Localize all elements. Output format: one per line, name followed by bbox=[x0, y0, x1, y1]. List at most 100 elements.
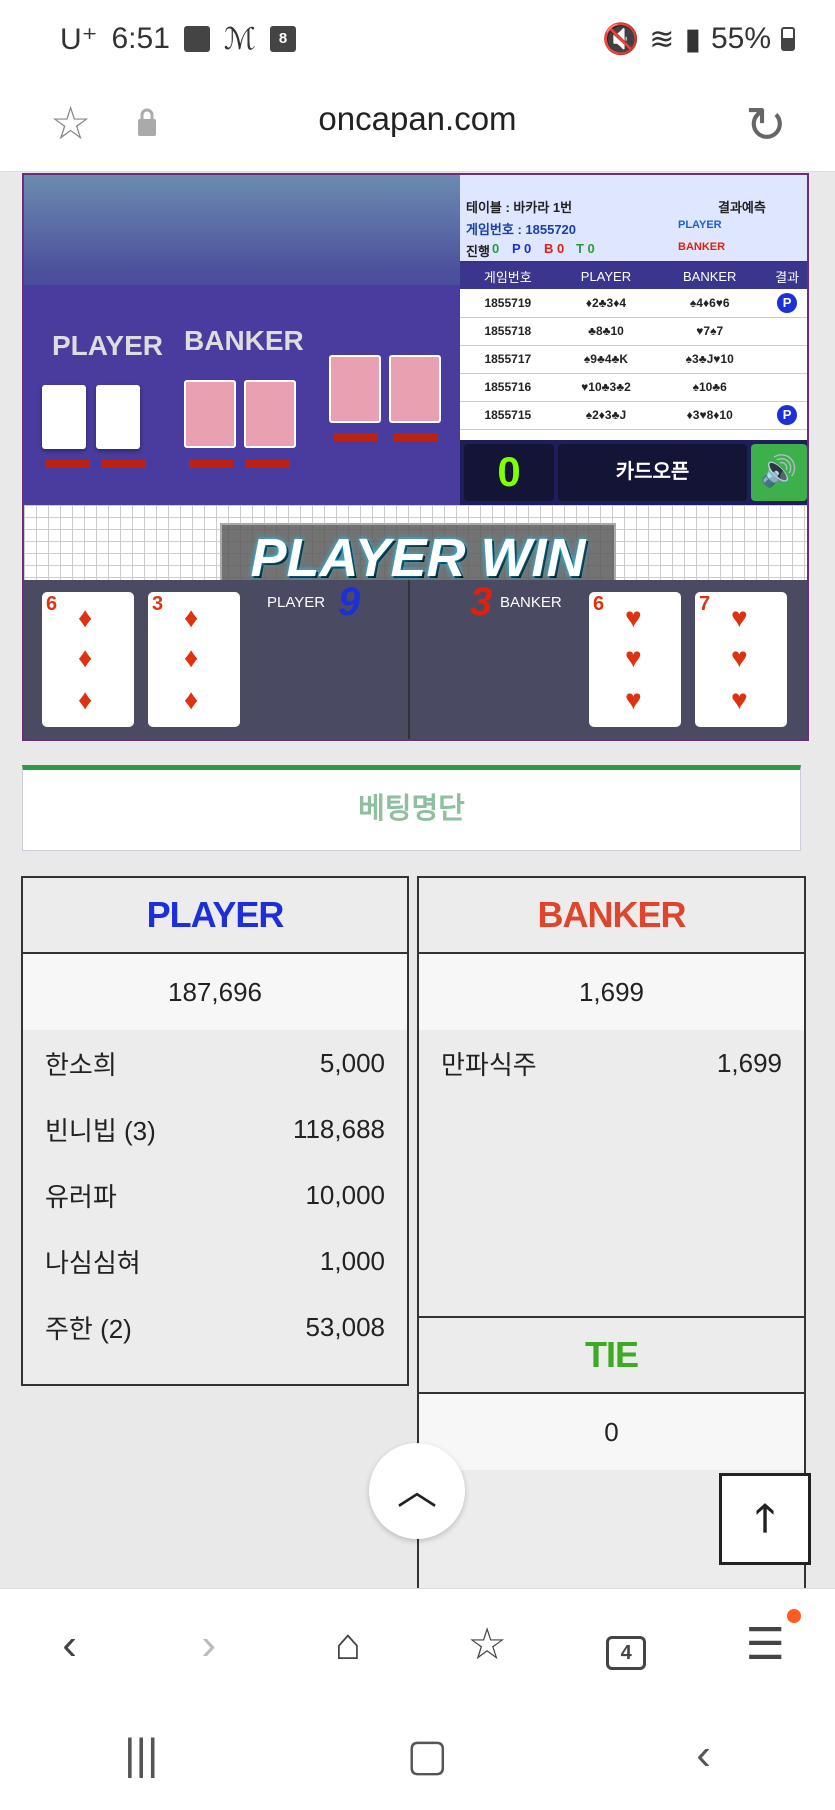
status-bar: U⁺ 6:51 ℳ 8 🔇 ≋ ▮ 55% bbox=[0, 0, 835, 78]
list-item: 나심심혀 1,000 bbox=[23, 1228, 407, 1294]
banker-card-2: 7 ♥ ♥ ♥ bbox=[695, 592, 787, 727]
card-slot bbox=[189, 460, 233, 468]
bet-amount: 1,000 bbox=[319, 1245, 385, 1276]
up-arrow-button[interactable]: 🡑 bbox=[719, 1473, 811, 1565]
progress-count: 0 bbox=[492, 241, 500, 256]
counter-display: 0 bbox=[464, 444, 554, 501]
info-header: 테이블 : 바카라 1번 결과예측 게임번호 : 1855720 PLAYER … bbox=[460, 175, 807, 263]
bettor-name: 한소희 bbox=[45, 1049, 117, 1080]
game-number: 게임번호 : 1855720 bbox=[466, 222, 577, 237]
betting-list-bar[interactable]: 베팅명단 bbox=[22, 765, 801, 851]
bet-amount: 118,688 bbox=[292, 1113, 385, 1144]
table-row: 1855718 ♣8♣10 ♥7♠7 bbox=[460, 317, 807, 346]
table-row: 1855717 ♠9♣4♣K ♠3♣J♥10 bbox=[460, 345, 807, 374]
predict-player: PLAYER bbox=[678, 219, 722, 231]
bettor-name: 유러파 bbox=[45, 1181, 117, 1212]
bookmarks-icon[interactable]: ☆ bbox=[447, 1619, 527, 1670]
row-banker: ♠4♦6♥6 bbox=[656, 289, 764, 318]
row-player: ♥10♣3♣2 bbox=[555, 373, 657, 402]
card-slot bbox=[394, 433, 438, 441]
table-row: 1855716 ♥10♣3♣2 ♠10♣6 bbox=[460, 373, 807, 402]
table-row: 1855719 ♦2♣3♦4 ♠4♦6♥6 P bbox=[460, 289, 807, 318]
col-result: 결과 bbox=[763, 263, 807, 289]
video-card-back bbox=[184, 380, 236, 448]
baccarat-game: PLAYER BANKER 테이블 : 바카라 1번 결과예측 게임번호 : 1… bbox=[22, 173, 809, 741]
menu-icon[interactable]: ☰ bbox=[725, 1609, 805, 1670]
tabs-count: 4 bbox=[606, 1635, 647, 1670]
row-id: 1855718 bbox=[460, 317, 556, 346]
forward-icon[interactable]: › bbox=[169, 1620, 249, 1670]
row-banker: ♥7♠7 bbox=[656, 317, 764, 346]
system-back-icon[interactable]: ‹ bbox=[696, 1730, 711, 1780]
progress-label: 진행 bbox=[466, 244, 490, 259]
video-card bbox=[96, 385, 140, 449]
signal-icon: ▮ bbox=[684, 22, 701, 56]
card-slot bbox=[246, 460, 290, 468]
result-board: 6 ♦ ♦ ♦ 3 ♦ ♦ ♦ PLAYER 9 3 BANKER 6 ♥ ♥ ♥ 7 ♥ ♥ ♥ bbox=[24, 580, 807, 739]
col-player: PLAYER bbox=[555, 263, 657, 289]
card-open-button[interactable]: 카드오픈 bbox=[558, 444, 747, 501]
speaker-icon[interactable]: 🔊 bbox=[751, 444, 807, 501]
battery-icon bbox=[781, 27, 795, 51]
home-icon[interactable]: ⌂ bbox=[308, 1620, 388, 1670]
bettor-name: 나심심혀 bbox=[45, 1247, 141, 1278]
row-banker: ♦3♥8♦10 bbox=[656, 401, 764, 430]
row-id: 1855717 bbox=[460, 345, 556, 374]
predict-banker: BANKER bbox=[678, 241, 726, 253]
tie-panel-title: TIE bbox=[419, 1318, 804, 1394]
card-slot bbox=[102, 460, 146, 468]
signature-icon: ℳ bbox=[223, 22, 256, 56]
list-item: 유러파 10,000 bbox=[23, 1162, 407, 1228]
progress-banker: B 0 bbox=[544, 241, 565, 256]
recent-apps-icon[interactable]: ||| bbox=[124, 1730, 158, 1780]
tabs-icon[interactable]: 4 bbox=[586, 1620, 666, 1670]
player-card-1: 6 ♦ ♦ ♦ bbox=[42, 592, 134, 727]
bet-amount: 53,008 bbox=[305, 1311, 385, 1342]
result-banker-label: BANKER bbox=[500, 594, 562, 611]
scroll-top-icon[interactable]: ︿ bbox=[369, 1443, 465, 1539]
video-card bbox=[42, 385, 86, 449]
system-nav-bar: ||| ▢ ‹ bbox=[0, 1700, 835, 1810]
system-home-icon[interactable]: ▢ bbox=[407, 1730, 449, 1781]
row-id: 1855715 bbox=[460, 401, 556, 430]
video-player-label: PLAYER bbox=[52, 330, 164, 361]
row-id: 1855719 bbox=[460, 289, 556, 318]
history-header: 게임번호 PLAYER BANKER 결과 bbox=[460, 263, 807, 289]
game-controls: 0 카드오픈 🔊 bbox=[460, 440, 807, 505]
gallery-icon bbox=[183, 26, 210, 52]
reload-icon[interactable]: ↻ bbox=[745, 96, 787, 154]
back-icon[interactable]: ‹ bbox=[30, 1620, 110, 1670]
row-result bbox=[763, 317, 807, 346]
bettor-name: 주한 (2) bbox=[45, 1313, 132, 1344]
player-total: 187,696 bbox=[23, 954, 407, 1030]
result-badge: P bbox=[777, 292, 798, 313]
list-item: 한소희 5,000 bbox=[23, 1030, 407, 1096]
banker-bets-panel: BANKER 1,699 만파식주 1,699 bbox=[417, 876, 806, 1318]
result-player-label: PLAYER bbox=[267, 594, 326, 611]
history-table: 게임번호 PLAYER BANKER 결과 1855719 ♦2♣3♦4 ♠4♦6♥… bbox=[460, 263, 807, 430]
row-player: ♦2♣3♦4 bbox=[555, 289, 657, 318]
notification-dot bbox=[787, 1609, 802, 1623]
banker-score: 3 bbox=[470, 580, 493, 624]
live-video[interactable]: PLAYER BANKER bbox=[24, 175, 460, 505]
table-row: 1855715 ♠2♦3♣J ♦3♥8♦10 P bbox=[460, 401, 807, 430]
result-badge: P bbox=[777, 405, 798, 425]
list-item: 빈니빕 (3) 118,688 bbox=[23, 1096, 407, 1162]
card-slot bbox=[334, 433, 378, 441]
progress-tie: T 0 bbox=[576, 241, 595, 256]
col-banker: BANKER bbox=[656, 263, 764, 289]
col-game: 게임번호 bbox=[460, 263, 556, 289]
tie-total: 0 bbox=[419, 1394, 804, 1470]
bettor-name: 만파식주 bbox=[441, 1049, 537, 1080]
battery-percent: 55% bbox=[710, 22, 771, 55]
browser-address-bar: ☆ oncapan.com ↻ bbox=[0, 78, 835, 172]
video-banker-label: BANKER bbox=[184, 325, 304, 356]
banker-panel-title: BANKER bbox=[419, 878, 804, 954]
banker-total: 1,699 bbox=[419, 954, 804, 1030]
banker-card-1: 6 ♥ ♥ ♥ bbox=[589, 592, 681, 727]
progress-player: P 0 bbox=[512, 241, 532, 256]
calendar-icon: 8 bbox=[269, 26, 296, 52]
url-text[interactable]: oncapan.com bbox=[0, 100, 835, 138]
row-banker: ♠3♣J♥10 bbox=[656, 345, 764, 374]
row-result bbox=[763, 345, 807, 374]
